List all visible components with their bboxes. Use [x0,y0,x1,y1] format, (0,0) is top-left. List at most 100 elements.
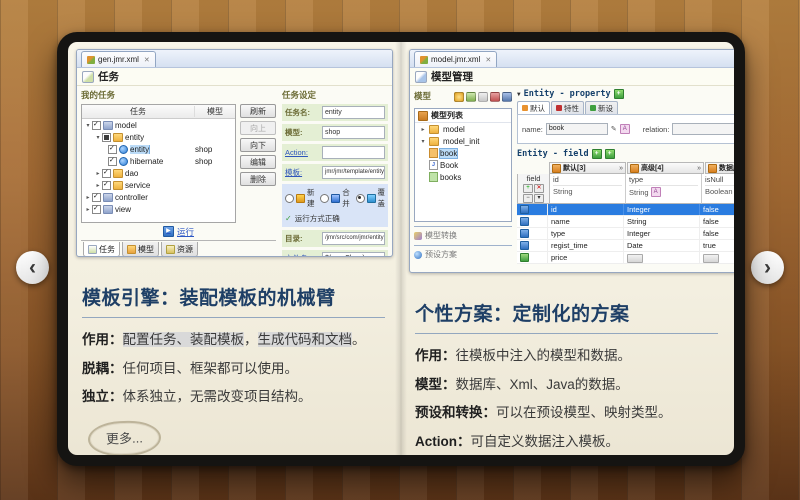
field-row-price[interactable]: price [517,252,734,264]
delete-model-icon[interactable] [490,91,500,102]
tree-row-model[interactable]: model [82,119,235,131]
expander-icon[interactable] [84,122,92,129]
left-more-button[interactable]: 更多... [87,419,162,455]
close-tab-icon[interactable]: ✕ [485,56,491,64]
group-header-default[interactable]: 默认[3]» [549,162,626,174]
tree-row-controller[interactable]: controller [82,191,235,203]
group-header-database[interactable]: 数据库[4]» [705,162,734,174]
minus-icon[interactable]: − [523,194,533,203]
value-button[interactable] [627,254,643,263]
expander-icon[interactable] [94,134,102,141]
expander-icon[interactable] [94,170,102,177]
section-model-transform[interactable]: 模型转换 [414,226,512,241]
field-table: 默认[3]» 高级[4]» 数据库[4]» 表[4]» field [517,162,734,264]
tree-row-entity-folder[interactable]: entity [82,131,235,143]
template-link[interactable]: 模板: [285,167,319,178]
tree-row-entity-task[interactable]: entityshop [82,143,235,155]
tab-gen-jmr-xml[interactable]: gen.jmr.xml ✕ [81,51,156,67]
add-property-icon[interactable]: + [613,89,624,99]
model-tree-item-books[interactable]: books [415,171,511,183]
filename-input[interactable]: $(one.Class) [322,252,385,256]
view-title: 模型管理 [431,71,473,83]
checkbox[interactable] [102,132,111,142]
subcol-id[interactable]: id String [550,174,626,204]
prev-page-button[interactable]: ‹ [16,251,49,284]
property-tab-traits[interactable]: 特性 [551,101,584,114]
expander-icon[interactable] [419,138,427,145]
checkbox[interactable] [92,192,101,202]
field-row-id[interactable]: id Integer false true [517,204,734,216]
remove-row-icon[interactable]: ✕ [534,184,544,193]
filename-link[interactable]: 文件名: [285,253,319,256]
add-field-group-icon[interactable]: + [604,149,615,159]
edit-pencil-icon[interactable]: ✎ [611,125,617,133]
edit-button[interactable]: 编辑 [240,155,276,169]
col-header-model[interactable]: 模型 [194,106,235,117]
model-tree-item-model[interactable]: model [415,123,511,135]
checkbox[interactable] [108,144,117,154]
folder-icon [429,136,439,146]
relation-input[interactable] [672,123,734,135]
group-header-advanced[interactable]: 高级[4]» [627,162,704,174]
expander-icon[interactable] [84,194,92,201]
dropdown-icon[interactable]: ▾ [534,194,544,203]
section-preset-plan[interactable]: 预设方案 [414,245,512,260]
collapse-all-icon[interactable] [478,91,488,102]
checkbox[interactable] [108,156,117,166]
sort-icon[interactable] [502,91,512,102]
model-tree-item-model-init[interactable]: model_init [415,135,511,147]
tab-model-jmr-xml[interactable]: model.jmr.xml ✕ [414,51,498,67]
radio-new[interactable] [285,193,294,203]
radio-merge[interactable] [320,193,330,203]
tree-row-dao[interactable]: dao [82,167,235,179]
field-action: Action: [282,144,388,161]
delete-button[interactable]: 删除 [240,172,276,186]
task-name-input[interactable]: entity [322,106,385,119]
model-input[interactable]: shop [322,126,385,139]
next-page-button[interactable]: › [751,251,784,284]
add-row-icon[interactable]: + [523,184,533,193]
name-input[interactable]: book [545,123,608,135]
subcol-type[interactable]: type String A [626,174,702,204]
field-row-type[interactable]: type Integer false false [517,228,734,240]
expand-group-icon[interactable]: » [697,165,701,172]
property-tab-default[interactable]: 默认 [517,101,550,114]
string-type-icon[interactable]: A [619,124,630,134]
field-row-name[interactable]: name String false false [517,216,734,228]
bottom-tab-resources[interactable]: 资源 [161,242,198,256]
bottom-tab-models[interactable]: 模型 [122,242,159,256]
col-header-task[interactable]: 任务 [82,106,194,117]
checkbox[interactable] [92,204,101,214]
checkbox[interactable] [102,180,111,190]
expander-icon[interactable] [419,126,427,133]
model-tree-item-book[interactable]: book [415,147,511,159]
refresh-button[interactable]: 刷新 [240,104,276,118]
value-button[interactable] [703,254,719,263]
checkbox[interactable] [102,168,111,178]
checkbox[interactable] [92,120,101,130]
action-input[interactable] [322,146,385,159]
tree-row-service[interactable]: service [82,179,235,191]
tree-row-view[interactable]: view [82,203,235,215]
move-up-button[interactable]: 向上 [240,121,276,135]
move-down-button[interactable]: 向下 [240,138,276,152]
collapse-caret-icon[interactable]: ▼ [517,91,521,98]
field-row-regist-time[interactable]: regist_time Date true false [517,240,734,252]
radio-overwrite[interactable] [355,193,365,203]
bottom-tab-tasks[interactable]: 任务 [83,242,120,256]
run-link[interactable]: ▶ 运行 [81,225,276,238]
property-tab-new[interactable]: 新设 [585,101,618,114]
action-link[interactable]: Action: [285,148,319,157]
close-tab-icon[interactable]: ✕ [144,56,150,64]
expander-icon[interactable] [84,206,92,213]
model-tree-item-Book[interactable]: J Book [415,159,511,171]
expand-group-icon[interactable]: » [619,165,623,172]
add-field-icon[interactable]: + [591,149,602,159]
expander-icon[interactable] [94,182,102,189]
template-input[interactable]: jmr/jmr/template/entity.java.jsl [322,166,385,179]
directory-input[interactable]: /jmr/src/com/jmr/entity [322,232,385,245]
tree-row-hibernate-task[interactable]: hibernateshop [82,155,235,167]
subcol-isnull[interactable]: isNull Boolean [702,174,734,204]
add-model-icon[interactable] [466,91,476,102]
help-icon[interactable] [454,91,464,102]
